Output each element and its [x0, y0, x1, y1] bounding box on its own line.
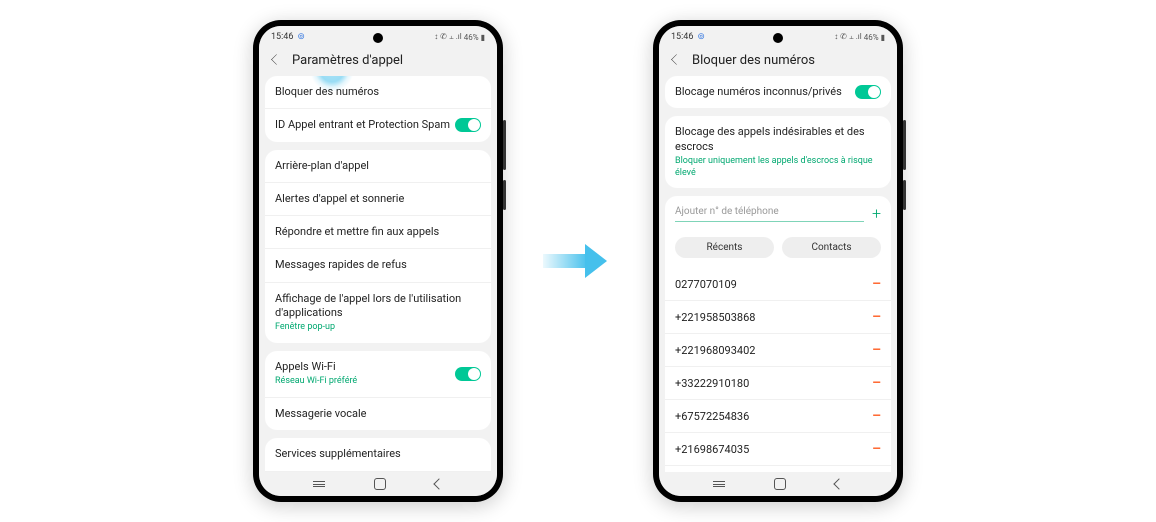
blocked-number-row: +33222910180 – [665, 367, 891, 400]
content-scroll[interactable]: Bloquer des numéros ID Appel entrant et … [259, 76, 497, 472]
volume-button [503, 120, 506, 170]
blocked-number: +33222910180 [675, 377, 749, 390]
nav-home-icon[interactable] [374, 478, 386, 490]
flow-arrow-icon [543, 248, 613, 274]
remove-number-icon[interactable]: – [872, 309, 881, 325]
remove-number-icon[interactable]: – [872, 375, 881, 391]
block-unknown-label: Blocage numéros inconnus/privés [675, 85, 855, 99]
supplementary-label: Services supplémentaires [275, 447, 481, 461]
back-icon[interactable] [671, 54, 682, 65]
wifi-calling-toggle[interactable] [455, 367, 481, 381]
add-number-input[interactable]: Ajouter n° de téléphone [675, 206, 864, 222]
call-display-row[interactable]: Affichage de l'appel lors de l'utilisati… [265, 283, 491, 343]
nav-back-icon[interactable] [833, 478, 844, 489]
spam-block-label: Blocage des appels indésirables et des e… [675, 125, 881, 154]
answer-end-row[interactable]: Répondre et mettre fin aux appels [265, 216, 491, 249]
phone-left: 15:46 ⊚ ↕ ✆ ⫠ .ıl 46%▮ Paramètres d'appe… [253, 20, 503, 502]
alerts-row[interactable]: Alertes d'appel et sonnerie [265, 183, 491, 216]
camera-cutout [373, 33, 383, 43]
app-header: Paramètres d'appel [259, 48, 497, 76]
nav-home-icon[interactable] [774, 478, 786, 490]
tab-contacts[interactable]: Contacts [782, 237, 881, 258]
settings-group-3: Appels Wi-Fi Réseau Wi-Fi préféré Messag… [265, 351, 491, 430]
source-tabs: Récents Contacts [665, 227, 891, 268]
blocked-number-row: 0277070109 – [665, 268, 891, 301]
settings-group-4: Services supplémentaires Autres paramètr… [265, 438, 491, 472]
blocked-number: +221958503868 [675, 311, 755, 324]
block-unknown-row[interactable]: Blocage numéros inconnus/privés [665, 76, 891, 108]
block-numbers-row[interactable]: Bloquer des numéros [265, 76, 491, 109]
remove-number-icon[interactable]: – [872, 276, 881, 292]
call-display-sub: Fenêtre pop-up [275, 322, 481, 334]
alerts-label: Alertes d'appel et sonnerie [275, 192, 481, 206]
supplementary-row[interactable]: Services supplémentaires [265, 438, 491, 471]
status-right: ↕ ✆ ⫠ .ıl 46%▮ [434, 32, 485, 42]
blocked-numbers-list: 0277070109–+221958503868–+221968093402–+… [665, 268, 891, 472]
tab-recents[interactable]: Récents [675, 237, 774, 258]
back-icon[interactable] [271, 54, 282, 65]
quick-decline-row[interactable]: Messages rapides de refus [265, 249, 491, 282]
quick-decline-label: Messages rapides de refus [275, 258, 481, 272]
spam-block-card: Blocage des appels indésirables et des e… [665, 116, 891, 188]
page-title: Paramètres d'appel [292, 53, 403, 68]
app-header: Bloquer des numéros [659, 48, 897, 76]
call-background-label: Arrière-plan d'appel [275, 159, 481, 173]
block-unknown-card: Blocage numéros inconnus/privés [665, 76, 891, 108]
blocked-number-row: +221958503868 – [665, 301, 891, 334]
answer-end-label: Répondre et mettre fin aux appels [275, 225, 481, 239]
blocked-number-row: +67572254836 – [665, 400, 891, 433]
settings-group-1: Bloquer des numéros ID Appel entrant et … [265, 76, 491, 142]
samsung-icon: ⊚ [297, 32, 305, 42]
blocked-number: +67572254836 [675, 410, 749, 423]
status-time: 15:46 [271, 32, 293, 42]
voicemail-row[interactable]: Messagerie vocale [265, 398, 491, 430]
settings-group-2: Arrière-plan d'appel Alertes d'appel et … [265, 150, 491, 343]
blocked-number: 0277070109 [675, 278, 737, 291]
wifi-calling-sub: Réseau Wi-Fi préféré [275, 376, 455, 388]
volume-button [903, 120, 906, 170]
blocked-number: +221968093402 [675, 344, 755, 357]
status-right: ↕ ✆ ⫠ .ıl 46%▮ [834, 32, 885, 42]
nav-bar [659, 472, 897, 496]
page-title: Bloquer des numéros [692, 53, 815, 68]
remove-number-icon[interactable]: – [872, 408, 881, 424]
wifi-calling-label: Appels Wi-Fi [275, 360, 455, 374]
call-display-label: Affichage de l'appel lors de l'utilisati… [275, 292, 481, 321]
content-scroll[interactable]: Blocage numéros inconnus/privés Blocage … [659, 76, 897, 472]
blocked-number-row: +221968093402 – [665, 334, 891, 367]
add-number-plus-icon[interactable]: + [872, 204, 881, 223]
status-time: 15:46 [671, 32, 693, 42]
add-number-row: Ajouter n° de téléphone + [665, 196, 891, 227]
blocked-list-card: Ajouter n° de téléphone + Récents Contac… [665, 196, 891, 472]
call-background-row[interactable]: Arrière-plan d'appel [265, 150, 491, 183]
remove-number-icon[interactable]: – [872, 342, 881, 358]
block-unknown-toggle[interactable] [855, 85, 881, 99]
blocked-number-row: +21698674035 – [665, 433, 891, 466]
nav-bar [259, 472, 497, 496]
spam-block-sub: Bloquer uniquement les appels d'escrocs … [675, 156, 881, 179]
samsung-icon: ⊚ [697, 32, 705, 42]
nav-back-icon[interactable] [433, 478, 444, 489]
voicemail-label: Messagerie vocale [275, 407, 481, 421]
caller-id-label: ID Appel entrant et Protection Spam [275, 118, 455, 132]
nav-recent-icon[interactable] [713, 481, 725, 487]
nav-recent-icon[interactable] [313, 481, 325, 487]
blocked-number: +21698674035 [675, 443, 749, 456]
remove-number-icon[interactable]: – [872, 441, 881, 457]
spam-block-row[interactable]: Blocage des appels indésirables et des e… [665, 116, 891, 188]
caller-id-toggle[interactable] [455, 118, 481, 132]
caller-id-row[interactable]: ID Appel entrant et Protection Spam [265, 109, 491, 141]
phone-right: 15:46 ⊚ ↕ ✆ ⫠ .ıl 46%▮ Bloquer des numér… [653, 20, 903, 502]
wifi-calling-row[interactable]: Appels Wi-Fi Réseau Wi-Fi préféré [265, 351, 491, 398]
camera-cutout [773, 33, 783, 43]
power-button [503, 180, 506, 210]
block-numbers-label: Bloquer des numéros [275, 85, 481, 99]
power-button [903, 180, 906, 210]
